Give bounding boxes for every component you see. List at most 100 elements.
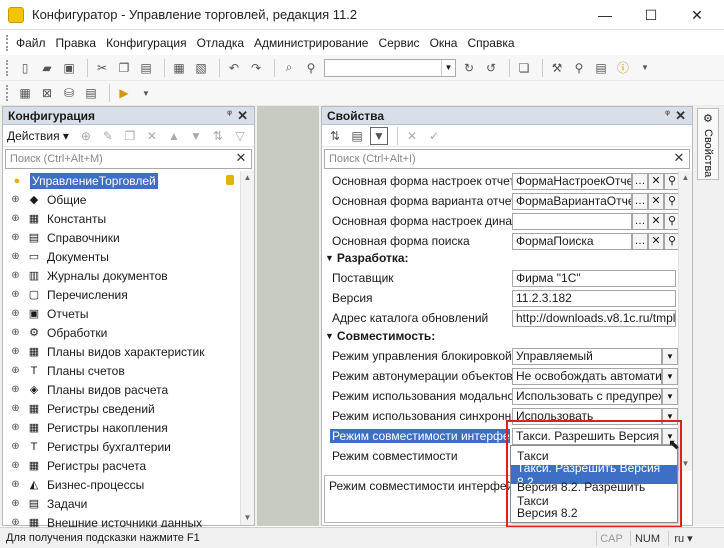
maximize-button[interactable]: ☐	[628, 0, 674, 30]
menu-help[interactable]: Справка	[467, 36, 514, 50]
tree-item[interactable]: ⊕ ▥ Журналы документов	[3, 266, 254, 285]
expand-icon[interactable]: ⊕	[9, 270, 22, 281]
filter-icon[interactable]: ▽	[231, 127, 249, 145]
property-row[interactable]: Основная форма поиска ФормаПоиска… ✕ ⚲	[322, 231, 680, 251]
properties-search-input[interactable]: Поиск (Ctrl+Alt+I) ✕	[324, 149, 690, 169]
menu-service[interactable]: Сервис	[378, 36, 419, 50]
add-icon[interactable]: ⊕	[77, 127, 95, 145]
property-group[interactable]: ▼ Разработка:	[322, 251, 409, 265]
pin-icon[interactable]: ᵠ	[665, 109, 670, 120]
property-row[interactable]: Версия 11.2.3.182	[322, 288, 678, 308]
menu-configuration[interactable]: Конфигурация	[106, 36, 187, 50]
calculator-icon[interactable]: ▦	[16, 84, 34, 102]
minimize-button[interactable]: —	[582, 0, 628, 30]
search-icon[interactable]: ⚲	[302, 59, 320, 77]
tree-item[interactable]: ⊕ ▤ Справочники	[3, 228, 254, 247]
clear-icon[interactable]: ✕	[648, 212, 664, 230]
close-icon[interactable]: ✕	[237, 108, 248, 124]
update-db-icon[interactable]: ▤	[82, 84, 100, 102]
property-value[interactable]: Управляемый	[512, 347, 662, 365]
debug-start-icon[interactable]: ▶	[115, 84, 133, 102]
sort-icon[interactable]: ⇅	[209, 127, 227, 145]
scroll-up-icon[interactable]: ▲	[679, 171, 692, 185]
property-value[interactable]: ФормаНастроекОтчет	[512, 172, 632, 190]
property-row[interactable]: Основная форма настроек динами… ✕ ⚲	[322, 211, 680, 231]
tree-item[interactable]: ⊕ Т Регистры бухгалтерии	[3, 437, 254, 456]
property-row[interactable]: Режим автонумерации объектов Не освобожда…	[322, 366, 678, 386]
search-combo[interactable]: ▼	[324, 58, 456, 77]
tree-item[interactable]: ⊕ ⚙ Обработки	[3, 323, 254, 342]
save-icon[interactable]: ▣	[60, 59, 78, 77]
help-search-icon[interactable]: ⚲	[570, 59, 588, 77]
edit-icon[interactable]: ✎	[99, 127, 117, 145]
syntax-helper-icon[interactable]: ▤	[592, 59, 610, 77]
chevron-down-icon[interactable]: ▼	[636, 59, 654, 77]
property-value[interactable]: Фирма "1С"	[512, 269, 676, 287]
clear-icon[interactable]: ✕	[648, 192, 664, 210]
tree-item[interactable]: ⊕ ◆ Общие	[3, 190, 254, 209]
undo-icon[interactable]: ↶	[225, 59, 243, 77]
tree-item[interactable]: ⊕ ▭ Документы	[3, 247, 254, 266]
property-value[interactable]: ФормаВариантаОтчет	[512, 192, 632, 210]
property-value[interactable]: Не освобождать автоматиче	[512, 367, 662, 385]
tree-item[interactable]: ⊕ ▦ Планы видов характеристик	[3, 342, 254, 361]
scroll-up-icon[interactable]: ▲	[241, 171, 254, 185]
apply-icon[interactable]: ✓	[425, 127, 443, 145]
expand-icon[interactable]: ⊕	[9, 460, 22, 471]
find-prev-icon[interactable]: ↺	[482, 59, 500, 77]
language-indicator[interactable]: ru ▾	[668, 531, 698, 546]
expand-icon[interactable]: ⊕	[9, 365, 22, 376]
find-in-folder-icon[interactable]: ⌕	[280, 59, 298, 77]
expand-icon[interactable]: ⊕	[9, 251, 22, 262]
property-row[interactable]: Поставщик Фирма "1С"	[322, 268, 678, 288]
actions-menu-button[interactable]: Действия ▾	[7, 129, 69, 143]
tree-item[interactable]: ⊕ ▦ Регистры расчета	[3, 456, 254, 475]
select-button[interactable]: …	[632, 232, 648, 250]
select-button[interactable]: …	[632, 172, 648, 190]
pin-icon[interactable]: ᵠ	[227, 109, 232, 120]
property-value[interactable]: http://downloads.v8.1c.ru/tmplts/	[512, 309, 676, 327]
scroll-down-icon[interactable]: ▼	[241, 511, 254, 525]
menu-edit[interactable]: Правка	[56, 36, 97, 50]
expand-icon[interactable]: ⊕	[9, 384, 22, 395]
cancel-icon[interactable]: ✕	[403, 127, 421, 145]
info-icon[interactable]: ⓘ	[614, 59, 632, 77]
tree-root[interactable]: ● УправлениеТорговлей	[3, 171, 254, 190]
filter-icon[interactable]: ▼	[370, 126, 388, 145]
copy-icon[interactable]: ❐	[115, 59, 133, 77]
property-value[interactable]	[512, 212, 632, 230]
categorized-icon[interactable]: ▤	[348, 127, 366, 145]
property-value[interactable]: ФормаПоиска	[512, 232, 632, 250]
menu-debug[interactable]: Отладка	[197, 36, 244, 50]
compare-icon[interactable]: ⊠	[38, 84, 56, 102]
print-icon[interactable]: ▦	[170, 59, 188, 77]
property-row[interactable]: Режим использования модальност Использова…	[322, 386, 678, 406]
tree-item[interactable]: ⊕ ▦ Регистры сведений	[3, 399, 254, 418]
close-icon[interactable]: ✕	[675, 108, 686, 124]
select-button[interactable]: …	[632, 192, 648, 210]
expand-icon[interactable]: ⊕	[9, 403, 22, 414]
expand-icon[interactable]: ⊕	[9, 289, 22, 300]
cut-icon[interactable]: ✂	[93, 59, 111, 77]
redo-icon[interactable]: ↷	[247, 59, 265, 77]
tree-item[interactable]: ⊕ Т Планы счетов	[3, 361, 254, 380]
tree-item[interactable]: ⊕ ◭ Бизнес-процессы	[3, 475, 254, 494]
property-group[interactable]: ▼ Совместимость:	[322, 329, 435, 343]
expand-icon[interactable]: ⊕	[9, 422, 22, 433]
close-button[interactable]: ✕	[674, 0, 720, 30]
chevron-down-icon[interactable]: ▼	[137, 84, 155, 102]
collapse-icon[interactable]: ▼	[325, 253, 334, 263]
property-row[interactable]: Основная форма настроек отчета ФормаНастр…	[322, 171, 680, 191]
menu-administration[interactable]: Администрирование	[254, 36, 368, 50]
clear-search-icon[interactable]: ✕	[671, 150, 687, 166]
expand-icon[interactable]: ⊕	[9, 308, 22, 319]
chevron-down-icon[interactable]: ▼	[662, 387, 678, 405]
property-value[interactable]: 11.2.3.182	[512, 289, 676, 307]
expand-icon[interactable]: ⊕	[9, 194, 22, 205]
expand-icon[interactable]: ⊕	[9, 346, 22, 357]
copy-icon[interactable]: ❐	[121, 127, 139, 145]
tree-item[interactable]: ⊕ ◈ Планы видов расчета	[3, 380, 254, 399]
panel-splitter[interactable]	[257, 106, 319, 526]
find-next-icon[interactable]: ↻	[460, 59, 478, 77]
tree-item[interactable]: ⊕ ▦ Константы	[3, 209, 254, 228]
